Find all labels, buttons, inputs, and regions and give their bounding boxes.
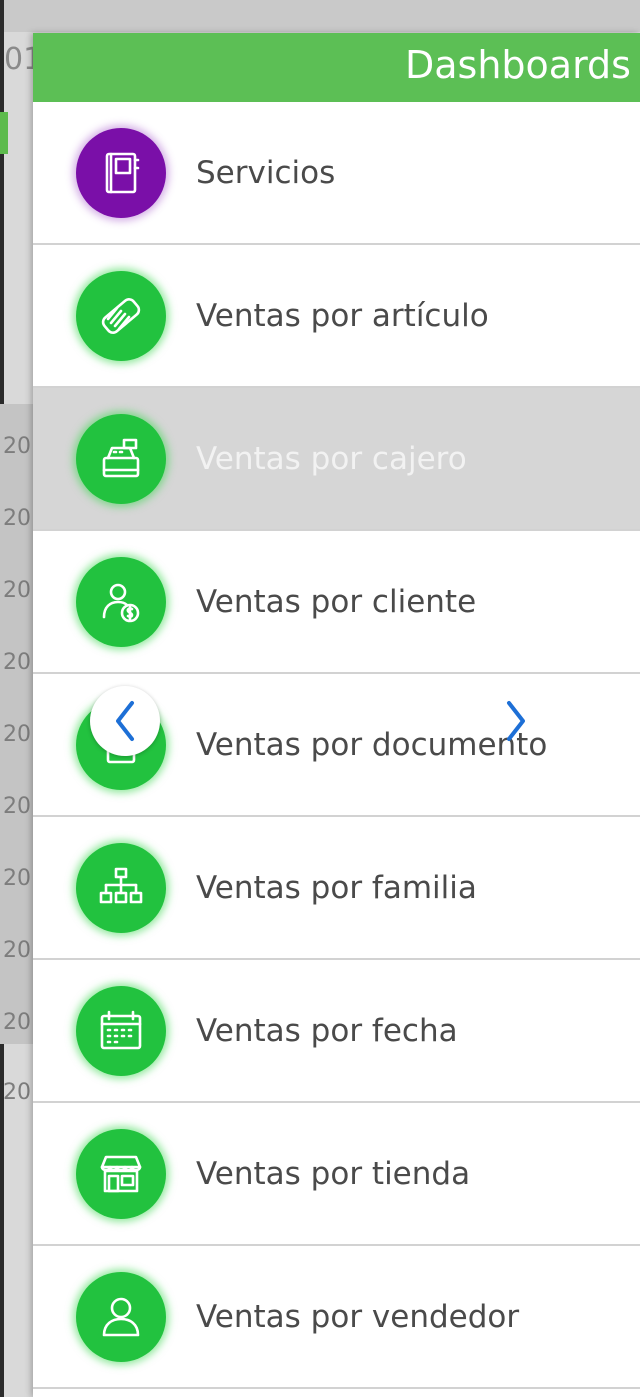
menu-item-ventas-fecha[interactable]: Ventas por fecha — [33, 960, 640, 1103]
background-row-label: 20 — [3, 1080, 31, 1105]
background-row-label: 20 — [3, 650, 31, 675]
menu-item-ventas-tienda[interactable]: Ventas por tienda — [33, 1103, 640, 1246]
app-screen: 01 20 20 20 20 20 20 20 20 20 20 Dashboa… — [0, 0, 640, 1397]
previous-button[interactable] — [90, 686, 160, 756]
menu-item-label: Ventas por familia — [196, 869, 477, 906]
barcode-tag-icon — [76, 271, 166, 361]
menu-item-servicios[interactable]: Servicios — [33, 102, 640, 245]
background-row-label: 20 — [3, 434, 31, 459]
menu-item-label: Ventas por cajero — [196, 440, 467, 477]
menu-item-ventas-cliente[interactable]: Ventas por cliente — [33, 531, 640, 674]
menu-item-label: Ventas por artículo — [196, 297, 489, 334]
menu-item-label: Servicios — [196, 154, 336, 191]
menu-item-ventas-vendedor[interactable]: Ventas por vendedor — [33, 1246, 640, 1389]
menu-item-ventas-familia[interactable]: Ventas por familia — [33, 817, 640, 960]
menu-item-label: Ventas por tienda — [196, 1155, 471, 1192]
book-icon — [76, 128, 166, 218]
background-row-label: 20 — [3, 506, 31, 531]
menu-item-label: Ventas por fecha — [196, 1012, 458, 1049]
background-row-label: 20 — [3, 866, 31, 891]
background-green-tab — [0, 112, 8, 154]
background-row-label: 20 — [3, 722, 31, 747]
hierarchy-icon — [76, 843, 166, 933]
person-icon — [76, 1272, 166, 1362]
background-row-label: 20 — [3, 794, 31, 819]
chevron-left-icon — [116, 701, 134, 741]
drawer-title: Dashboards — [405, 43, 631, 87]
background-row-label: 20 — [3, 1010, 31, 1035]
menu-item-ventas-articulo[interactable]: Ventas por artículo — [33, 245, 640, 388]
menu-item-label: Ventas por cliente — [196, 583, 477, 620]
menu-item-label: Ventas por vendedor — [196, 1298, 520, 1335]
next-button[interactable] — [494, 688, 538, 754]
cash-register-icon — [76, 414, 166, 504]
background-top-bar — [0, 0, 640, 32]
menu-item-ventas-cajero[interactable]: Ventas por cajero — [33, 388, 640, 531]
store-icon — [76, 1129, 166, 1219]
drawer-header: Dashboards — [33, 33, 640, 102]
customer-money-icon — [76, 557, 166, 647]
chevron-right-icon — [507, 701, 525, 741]
background-row-label: 20 — [3, 578, 31, 603]
background-row-label: 20 — [3, 938, 31, 963]
calendar-icon — [76, 986, 166, 1076]
